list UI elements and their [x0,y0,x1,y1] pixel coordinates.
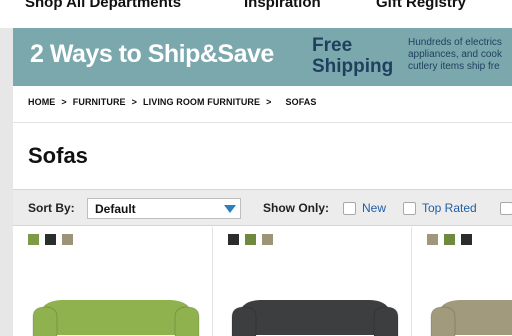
sort-select[interactable]: Default [87,198,241,219]
banner-free-shipping: Free Shipping [312,35,393,77]
product-grid [13,227,512,336]
show-only-label: Show Only: [263,201,329,215]
sofa-image[interactable] [230,295,400,336]
color-swatch[interactable] [228,234,239,245]
sort-filter-bar: Sort By: Default Show Only: New Top Rate… [13,189,512,226]
sofa-image[interactable] [31,295,201,336]
color-swatch[interactable] [62,234,73,245]
color-swatch[interactable] [444,234,455,245]
breadcrumb-living-room-furniture[interactable]: LIVING ROOM FURNITURE [143,97,260,107]
filter-top-rated-checkbox[interactable] [403,202,416,215]
banner-headline: 2 Ways to Ship&Save [30,40,274,68]
product-card[interactable] [13,227,213,336]
banner-copy-line1: Hundreds of electrics [408,37,502,48]
breadcrumb: HOME > FURNITURE > LIVING ROOM FURNITURE > SOF… [28,97,317,107]
page-title: Sofas [28,143,88,168]
top-navigation: Shop All Departments Inspiration Gift Re… [0,0,512,28]
sofa-image[interactable] [429,295,512,336]
left-gutter [0,28,13,336]
nav-inspiration[interactable]: Inspiration [244,0,321,11]
color-swatch[interactable] [427,234,438,245]
nav-gift-registry[interactable]: Gift Registry [376,0,466,11]
product-card[interactable] [412,227,512,336]
banner-copy: Hundreds of electrics appliances, and co… [408,37,502,73]
breadcrumb-separator: > [131,97,138,107]
banner-copy-line2: appliances, and cook [408,49,502,60]
breadcrumb-separator: > [61,97,67,107]
breadcrumb-separator: > [266,97,272,107]
filter-checkbox[interactable] [500,202,512,215]
nav-shop-all-departments[interactable]: Shop All Departments [25,0,181,11]
color-swatch[interactable] [245,234,256,245]
banner-free-line2: Shipping [312,56,394,77]
color-swatch[interactable] [45,234,56,245]
sort-select-value: Default [95,202,136,216]
color-swatch[interactable] [28,234,39,245]
divider [13,122,512,123]
breadcrumb-furniture[interactable]: FURNITURE [73,97,126,107]
filter-new-checkbox[interactable] [343,202,356,215]
breadcrumb-home[interactable]: HOME [28,97,55,107]
color-swatch[interactable] [461,234,472,245]
banner-copy-line3: cutlery items ship fre [408,61,500,72]
sort-by-label: Sort By: [28,201,75,215]
filter-top-rated-label[interactable]: Top Rated [422,201,477,215]
filter-new-label[interactable]: New [362,201,386,215]
promo-banner[interactable]: 2 Ways to Ship&Save Free Shipping Hundre… [13,28,512,86]
product-card[interactable] [213,227,412,336]
banner-free-line1: Free [312,35,353,56]
breadcrumb-current-sofas: SOFAS [285,97,317,107]
color-swatch[interactable] [262,234,273,245]
dropdown-arrow-icon[interactable] [224,205,236,213]
